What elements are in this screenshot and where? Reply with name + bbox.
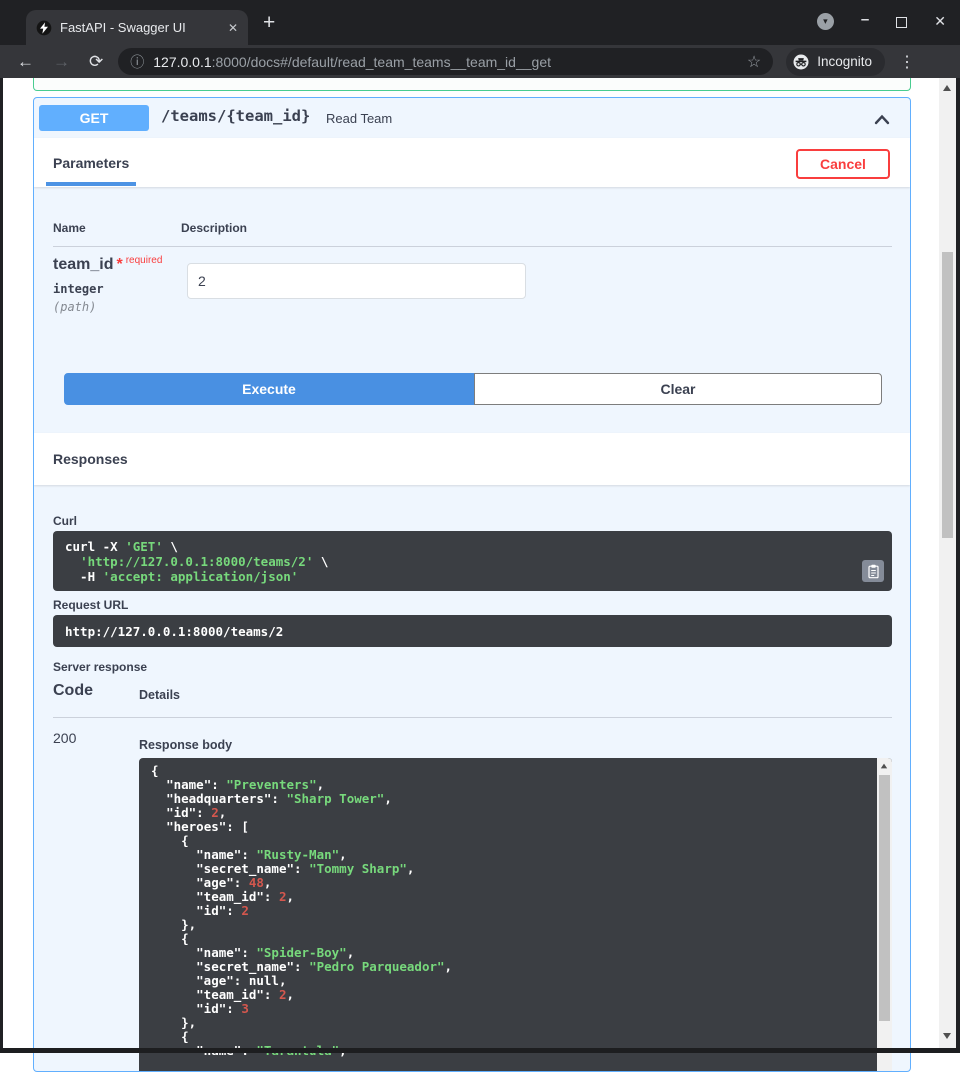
column-header-name: Name <box>53 221 86 235</box>
page-scrollbar[interactable] <box>939 78 956 1048</box>
team-id-input[interactable] <box>187 263 526 299</box>
operation-summary: Read Team <box>326 111 392 126</box>
browser-update-icon[interactable]: ▾ <box>817 13 834 30</box>
chevron-up-icon[interactable] <box>874 112 890 130</box>
execute-button[interactable]: Execute <box>64 373 474 405</box>
status-code: 200 <box>53 730 76 746</box>
forward-icon[interactable]: → <box>53 53 70 70</box>
reload-icon[interactable]: ⟳ <box>89 53 103 70</box>
browser-tab[interactable]: FastAPI - Swagger UI ✕ <box>26 10 248 45</box>
parameter-location: (path) <box>53 300 96 314</box>
scroll-up-icon[interactable] <box>881 764 887 769</box>
url-host: 127.0.0.1 <box>153 54 211 70</box>
incognito-badge: Incognito <box>786 48 885 76</box>
window-edge-left <box>0 78 3 1053</box>
request-url-label: Request URL <box>53 598 128 612</box>
parameters-header: Parameters Cancel <box>34 138 910 187</box>
tab-close-icon[interactable]: ✕ <box>228 21 238 35</box>
previous-opblock-edge[interactable] <box>33 78 911 91</box>
required-star: * <box>116 256 122 273</box>
address-bar[interactable]: ⓘ 127.0.0.1:8000/docs#/default/read_team… <box>118 48 773 75</box>
tab-strip: FastAPI - Swagger UI ✕ + ▾ – ✕ <box>0 0 960 45</box>
column-header-details: Details <box>139 688 180 702</box>
clear-button[interactable]: Clear <box>474 373 882 405</box>
site-info-icon[interactable]: ⓘ <box>130 52 144 72</box>
response-body-label: Response body <box>139 738 232 752</box>
server-response-label: Server response <box>53 660 147 674</box>
browser-toolbar: ← → ⟳ ⓘ 127.0.0.1:8000/docs#/default/rea… <box>0 45 960 78</box>
method-badge: GET <box>39 105 149 131</box>
url-text: 127.0.0.1:8000/docs#/default/read_team_t… <box>153 54 738 70</box>
window-close-button[interactable]: ✕ <box>934 13 946 30</box>
fastapi-favicon-icon <box>36 20 52 36</box>
response-json: { "name": "Preventers", "headquarters": … <box>151 764 866 1058</box>
copy-to-clipboard-button[interactable] <box>862 560 884 582</box>
column-header-description: Description <box>181 221 247 235</box>
responses-title: Responses <box>53 451 128 467</box>
parameter-name: team_id* required <box>53 256 162 274</box>
tab-title: FastAPI - Swagger UI <box>60 20 220 35</box>
tab-parameters[interactable]: Parameters <box>53 138 129 187</box>
response-body-scrollbar[interactable] <box>877 758 892 1072</box>
curl-label: Curl <box>53 514 77 528</box>
incognito-label: Incognito <box>817 54 872 69</box>
window-minimize-button[interactable]: – <box>861 11 869 28</box>
window-edge-bottom <box>0 1048 960 1053</box>
new-tab-button[interactable]: + <box>263 11 275 35</box>
response-body-code: { "name": "Preventers", "headquarters": … <box>139 758 892 1072</box>
page-scroll-down-icon[interactable] <box>943 1033 951 1039</box>
request-url-value: http://127.0.0.1:8000/teams/2 <box>53 615 892 647</box>
table-header-divider <box>53 246 892 247</box>
curl-code: curl -X 'GET' \ 'http://127.0.0.1:8000/t… <box>53 531 892 591</box>
window-edge-right <box>956 78 960 1053</box>
operation-path: /teams/{team_id} <box>161 107 310 125</box>
column-header-code: Code <box>53 682 93 700</box>
response-table-divider <box>53 717 892 718</box>
page-scroll-up-icon[interactable] <box>943 85 951 91</box>
page-scrollbar-thumb[interactable] <box>942 252 953 538</box>
window-maximize-button[interactable] <box>896 17 907 28</box>
opblock-get-read-team: GET /teams/{team_id} Read Team Parameter… <box>33 97 911 1072</box>
back-icon[interactable]: ← <box>17 53 34 70</box>
opblock-summary[interactable]: GET /teams/{team_id} Read Team <box>34 98 910 138</box>
responses-header: Responses <box>34 433 910 485</box>
bookmark-star-icon[interactable]: ☆ <box>747 52 761 72</box>
url-path: :8000/docs#/default/read_team_teams__tea… <box>212 54 551 70</box>
response-scrollbar-thumb[interactable] <box>879 775 890 1021</box>
parameter-name-text: team_id <box>53 256 113 273</box>
incognito-spy-icon <box>792 53 810 71</box>
parameter-type: integer <box>53 282 104 296</box>
cancel-button[interactable]: Cancel <box>796 149 890 179</box>
required-label: required <box>126 255 163 266</box>
browser-menu-icon[interactable]: ⋮ <box>899 52 915 72</box>
